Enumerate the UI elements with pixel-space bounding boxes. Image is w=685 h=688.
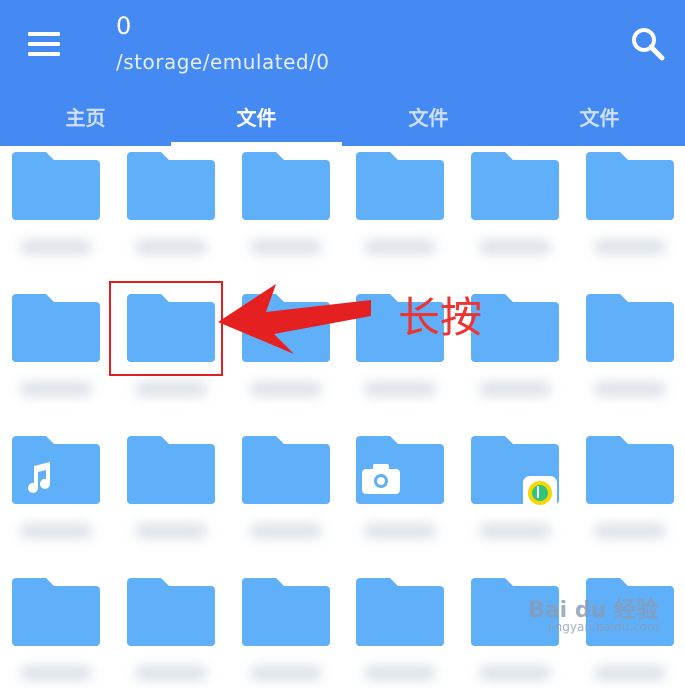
folder-label [250,240,322,254]
tab-bar: 主页 文件 文件 文件 [0,96,685,146]
folder-label [250,666,322,680]
folder-item[interactable] [12,148,100,220]
folder-item[interactable] [12,574,100,646]
folder-item[interactable] [356,574,444,646]
folder-icon [356,152,444,220]
folder-label [479,240,551,254]
music-note-icon [20,460,56,496]
folder-label [364,382,436,396]
folder-icon [127,152,215,220]
folder-icon [242,578,330,646]
folder-icon [586,294,674,362]
folder-label [135,524,207,538]
folder-item[interactable] [471,148,559,220]
folder-labels-row [0,658,685,688]
folder-item[interactable] [242,148,330,220]
folder-label [479,382,551,396]
folder-label [364,240,436,254]
tab-files-2[interactable]: 文件 [343,96,514,146]
folder-label [594,240,666,254]
tab-home[interactable]: 主页 [0,96,171,146]
watermark-url: jingyan.baidu.com [548,620,659,634]
camera-icon [362,464,400,494]
folder-label [594,524,666,538]
folder-item[interactable] [471,432,559,510]
folder-label [20,666,92,680]
folder-title: 0 [116,12,132,40]
folder-label [364,524,436,538]
folder-item[interactable] [127,574,215,646]
baidu-watermark: Bai du 经验 jingyan.baidu.com [528,592,659,634]
folder-icon [356,578,444,646]
folder-path: /storage/emulated/0 [116,50,330,74]
folder-icon [12,578,100,646]
folder-labels-row [0,232,685,262]
folder-icon [242,436,330,504]
folder-label [594,382,666,396]
folder-icon [471,294,559,362]
folder-icon [586,436,674,504]
folder-item[interactable] [356,432,444,504]
folder-item[interactable] [127,432,215,504]
folder-label [479,524,551,538]
qq-music-badge-icon [523,476,557,510]
folder-item[interactable] [471,290,559,362]
folder-icon [12,152,100,220]
folder-label [479,666,551,680]
folder-item[interactable] [127,148,215,220]
folder-label [135,382,207,396]
folder-item[interactable] [586,290,674,362]
search-icon[interactable] [628,24,668,64]
long-press-annotation: 长按 [398,293,483,342]
folder-label [20,382,92,396]
app-bar: 0 /storage/emulated/0 主页 文件 文件 文件 [0,0,685,146]
folder-item[interactable] [586,432,674,504]
highlight-box [109,281,223,376]
folder-label [364,666,436,680]
tab-files-3[interactable]: 文件 [514,96,685,146]
folder-labels-row [0,516,685,546]
folder-grid [0,146,685,680]
folder-icon [471,152,559,220]
folder-label [594,666,666,680]
folder-label [250,524,322,538]
folder-item[interactable] [356,148,444,220]
folder-icon [127,578,215,646]
folder-label [250,382,322,396]
folder-icon [242,152,330,220]
folder-icon [127,436,215,504]
folder-label [20,240,92,254]
folder-icon [12,294,100,362]
tab-files-1[interactable]: 文件 [171,96,342,146]
folder-label [20,524,92,538]
folder-label [135,240,207,254]
folder-item[interactable] [242,432,330,504]
folder-labels-row [0,374,685,404]
folder-item[interactable] [242,574,330,646]
folder-item[interactable] [586,148,674,220]
folder-label [135,666,207,680]
annotation-arrow [218,284,371,354]
folder-item[interactable] [12,290,100,362]
menu-icon[interactable] [22,28,66,60]
folder-icon [586,152,674,220]
folder-item[interactable] [12,432,100,504]
